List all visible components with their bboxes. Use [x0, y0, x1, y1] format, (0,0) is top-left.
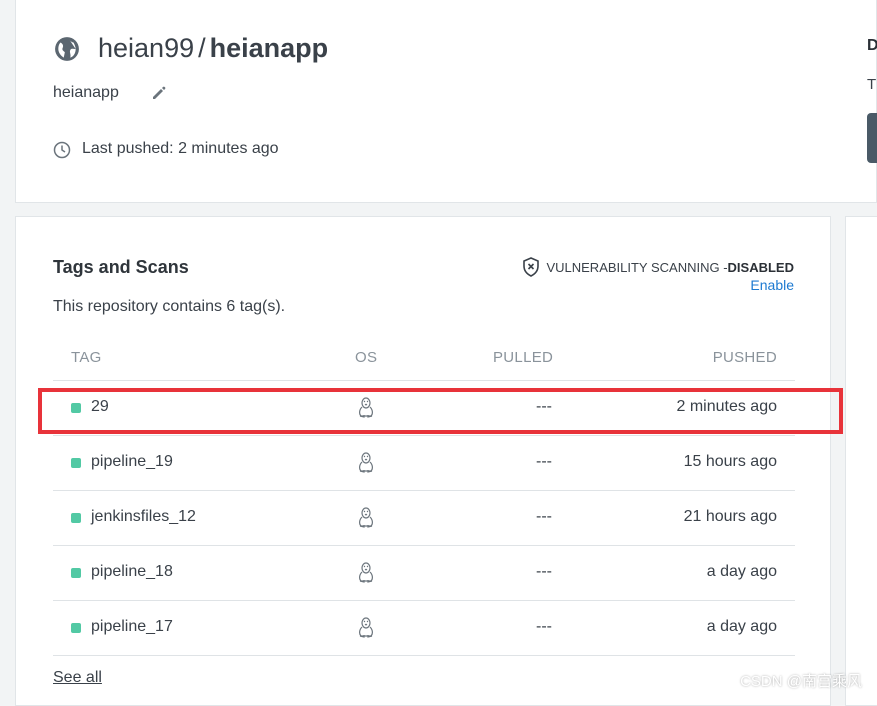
status-dot: [71, 513, 81, 523]
pushed-value: a day ago: [706, 563, 777, 580]
linux-tux-icon: [359, 617, 373, 638]
table-row[interactable]: pipeline_19 --- 15 hours ago: [53, 436, 795, 491]
repo-namespace[interactable]: heian99: [98, 33, 194, 64]
see-all-link[interactable]: See all: [53, 669, 102, 687]
highlight-box: [38, 388, 843, 434]
linux-tux-icon: [359, 562, 373, 583]
side-panel-text: T: [867, 76, 877, 93]
enable-scanning-link[interactable]: Enable: [750, 277, 794, 293]
right-side-card: [845, 216, 877, 706]
pulled-value: ---: [536, 618, 552, 635]
clock-icon: [53, 141, 71, 159]
status-dot: [71, 623, 81, 633]
pushed-value: a day ago: [706, 618, 777, 635]
status-dot: [71, 458, 81, 468]
pencil-icon[interactable]: [151, 85, 167, 101]
column-header-pushed[interactable]: PUSHED: [713, 349, 777, 366]
table-row[interactable]: jenkinsfiles_12 --- 21 hours ago: [53, 491, 795, 546]
watermark-text: CSDN @南宫乘风: [740, 673, 862, 690]
tag-name[interactable]: pipeline_18: [91, 563, 173, 581]
shield-x-icon: [523, 257, 540, 277]
side-panel-button[interactable]: [867, 113, 877, 163]
repo-description: heianapp: [53, 84, 119, 101]
tag-count-summary: This repository contains 6 tag(s).: [53, 298, 286, 315]
vulnerability-scanning-status: VULNERABILITY SCANNING - DISABLED: [522, 257, 794, 277]
table-header: TAG OS PULLED PUSHED: [53, 337, 795, 381]
column-header-tag[interactable]: TAG: [71, 349, 102, 366]
last-pushed-text: Last pushed: 2 minutes ago: [82, 140, 279, 157]
pulled-value: ---: [536, 508, 552, 525]
tag-name[interactable]: jenkinsfiles_12: [91, 508, 196, 526]
column-header-pulled[interactable]: PULLED: [493, 349, 553, 366]
side-panel-heading: D: [867, 37, 877, 54]
status-dot: [71, 568, 81, 578]
pulled-value: ---: [536, 563, 552, 580]
section-title: Tags and Scans: [53, 257, 189, 277]
tags-table: TAG OS PULLED PUSHED 29 --- 2 minutes ag…: [53, 337, 795, 656]
tags-and-scans-card: Tags and Scans VULNERABILITY SCANNING - …: [15, 216, 831, 706]
pushed-value: 15 hours ago: [683, 453, 777, 470]
pulled-value: ---: [536, 453, 552, 470]
column-header-os[interactable]: OS: [355, 349, 377, 366]
repo-title: heian99 / heianapp: [54, 33, 328, 64]
tag-name[interactable]: pipeline_17: [91, 618, 173, 636]
vulnerability-status-value: DISABLED: [727, 259, 794, 275]
repo-separator: /: [198, 33, 206, 63]
pushed-value: 21 hours ago: [683, 508, 777, 525]
tag-name[interactable]: pipeline_19: [91, 453, 173, 471]
table-row[interactable]: pipeline_18 --- a day ago: [53, 546, 795, 601]
vulnerability-label: VULNERABILITY SCANNING -: [546, 259, 728, 275]
linux-tux-icon: [359, 452, 373, 473]
table-row[interactable]: pipeline_17 --- a day ago: [53, 601, 795, 656]
repo-name: heianapp: [209, 33, 329, 63]
globe-icon: [55, 36, 79, 61]
repository-header-card: heian99 / heianapp heianapp Last pushed:…: [15, 0, 877, 203]
linux-tux-icon: [359, 507, 373, 528]
